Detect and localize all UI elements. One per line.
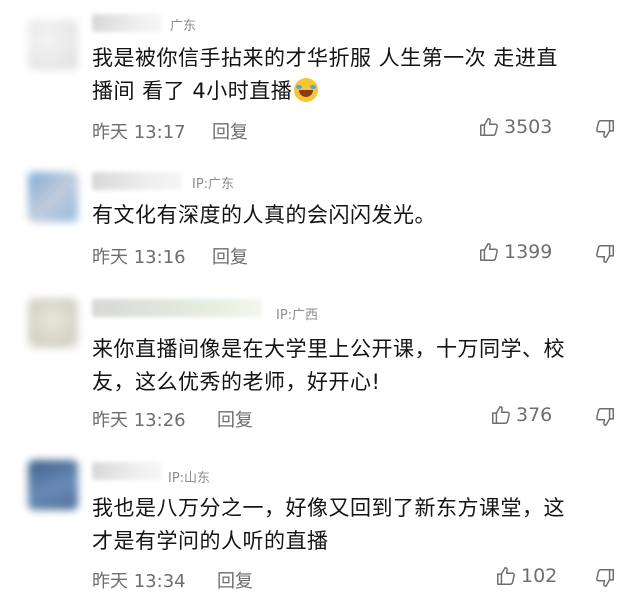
username[interactable]	[92, 299, 262, 317]
thumbs-down-icon[interactable]	[594, 118, 616, 140]
comment-text-line: 我也是八万分之一，好像又回到了新东方课堂，这	[92, 496, 565, 520]
ip-location: IP:山东	[168, 471, 211, 486]
like-count: 102	[521, 565, 558, 587]
comment-text: 我是被你信手拈来的才华折服 人生第一次 走进直 播间 看了 4小时直播	[92, 42, 612, 108]
like-button[interactable]: 1399	[478, 241, 552, 263]
ip-location: IP:广西	[276, 308, 319, 323]
like-count: 3503	[504, 116, 553, 138]
ip-location: IP:广东	[192, 177, 235, 192]
thumbs-up-icon	[480, 243, 498, 261]
comment-text-line: 来你直播间像是在大学里上公开课，十万同学、校	[92, 337, 565, 361]
thumbs-down-icon[interactable]	[594, 243, 616, 265]
thumbs-up-icon	[480, 118, 498, 136]
thumbs-down-icon[interactable]	[594, 406, 616, 428]
avatar[interactable]	[28, 460, 78, 510]
comment-time: 昨天 13:17	[92, 122, 186, 143]
comment-text: 来你直播间像是在大学里上公开课，十万同学、校 友，这么优秀的老师，好开心!	[92, 333, 612, 399]
comment-text-line: 有文化有深度的人真的会闪闪发光。	[92, 203, 436, 227]
comment-text-line: 我是被你信手拈来的才华折服 人生第一次 走进直	[92, 46, 558, 70]
laughing-tears-emoji-icon	[294, 78, 319, 102]
like-count: 376	[516, 404, 553, 426]
thumbs-up-icon	[497, 567, 515, 585]
avatar[interactable]	[28, 20, 78, 70]
comment-time: 昨天 13:16	[92, 247, 186, 268]
comment-text-line: 友，这么优秀的老师，好开心!	[92, 370, 381, 394]
comment-time: 昨天 13:26	[92, 410, 186, 431]
thumbs-down-icon[interactable]	[594, 567, 616, 589]
reply-button[interactable]: 回复	[217, 406, 253, 432]
comment-text: 我也是八万分之一，好像又回到了新东方课堂，这 才是有学问的人听的直播	[92, 492, 612, 558]
like-count: 1399	[504, 241, 553, 263]
like-button[interactable]: 3503	[478, 116, 552, 138]
reply-button[interactable]: 回复	[217, 567, 253, 593]
username[interactable]	[92, 172, 182, 190]
username[interactable]	[92, 14, 162, 32]
reply-button[interactable]: 回复	[212, 243, 248, 269]
comment-time: 昨天 13:34	[92, 571, 186, 592]
thumbs-up-icon	[492, 406, 510, 424]
comment-text-line: 才是有学问的人听的直播	[92, 529, 329, 553]
comment-text: 有文化有深度的人真的会闪闪发光。	[92, 199, 612, 232]
reply-button[interactable]: 回复	[212, 118, 248, 144]
comment-text-line: 播间 看了 4小时直播	[92, 75, 612, 108]
username[interactable]	[92, 462, 162, 480]
like-button[interactable]: 102	[495, 565, 557, 587]
avatar[interactable]	[28, 298, 78, 348]
like-button[interactable]: 376	[490, 404, 552, 426]
ip-location: 广东	[170, 19, 197, 34]
comment-text-line-content: 播间 看了 4小时直播	[92, 79, 293, 103]
avatar[interactable]	[28, 172, 78, 222]
